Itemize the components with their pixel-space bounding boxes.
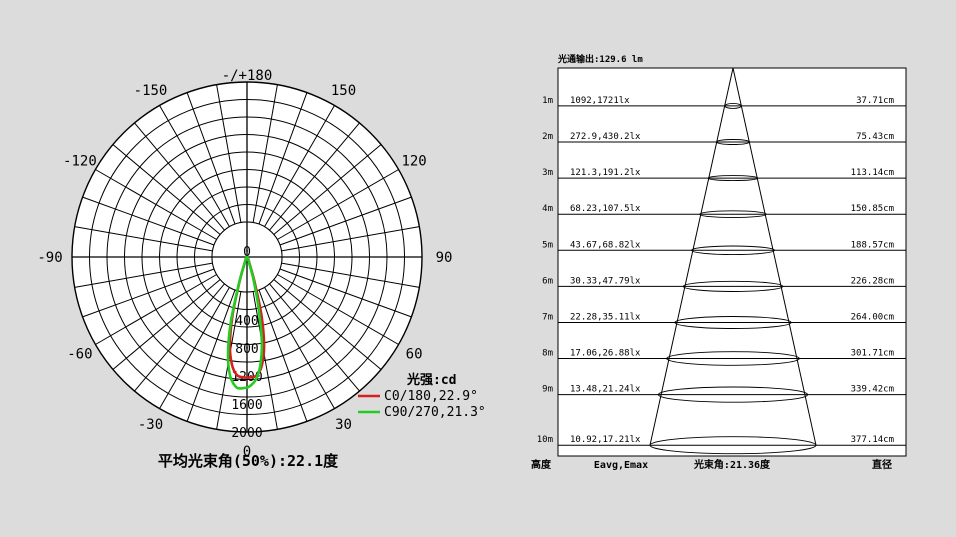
angle-label: -/+180 (222, 68, 273, 84)
height-label: 5m (542, 240, 553, 250)
polar-intensity-chart: -/+180150-150120-12090-9060-6030-3000400… (37, 68, 485, 470)
angle-label: 90 (436, 250, 453, 266)
legend-entry: C90/270,21.3° (384, 405, 486, 420)
luminous-flux-title: 光通输出:129.6 lm (557, 53, 643, 65)
radial-label: 400 (235, 314, 258, 329)
legend-unit: 光强:cd (406, 372, 456, 388)
beam-angle-footer: 平均光束角(50%):22.1度 (158, 452, 339, 470)
height-label: 10m (537, 435, 553, 445)
diameter-label: 188.57cm (851, 240, 894, 250)
diameter-label: 377.14cm (851, 435, 894, 445)
angle-label: 120 (401, 154, 426, 170)
radial-label: 800 (235, 342, 258, 357)
column-label: 高度 (531, 458, 552, 471)
illuminance-label: 43.67,68.82lx (570, 240, 641, 250)
diameter-label: 301.71cm (851, 349, 894, 359)
diameter-label: 264.00cm (851, 313, 894, 323)
illuminance-label: 17.06,26.88lx (570, 349, 641, 359)
illuminance-label: 13.48,21.24lx (570, 385, 641, 395)
angle-label: 60 (406, 347, 423, 363)
column-label: 光束角:21.36度 (693, 458, 771, 471)
angle-label: -30 (138, 417, 163, 433)
column-label: Eavg,Emax (594, 460, 648, 471)
angle-label: 30 (335, 417, 352, 433)
photometric-report: -/+180150-150120-12090-9060-6030-3000400… (37, 53, 907, 471)
radial-label: 1600 (231, 398, 262, 413)
diameter-label: 226.28cm (851, 276, 894, 286)
angle-label: -120 (63, 154, 97, 170)
height-label: 8m (542, 349, 553, 359)
diameter-label: 75.43cm (856, 132, 894, 142)
height-label: 9m (542, 385, 553, 395)
cone-frame (557, 67, 907, 457)
height-label: 3m (542, 168, 553, 178)
illuminance-label: 272.9,430.2lx (570, 132, 641, 142)
illuminance-label: 22.28,35.11lx (570, 313, 641, 323)
diameter-label: 339.42cm (851, 385, 894, 395)
height-label: 2m (542, 132, 553, 142)
angle-label: -150 (134, 83, 168, 99)
angle-label: -60 (67, 347, 92, 363)
legend-entry: C0/180,22.9° (384, 389, 478, 404)
radial-label: 2000 (231, 426, 262, 441)
illuminance-label: 30.33,47.79lx (570, 276, 641, 286)
diameter-label: 150.85cm (851, 204, 894, 214)
diameter-label: 37.71cm (856, 96, 894, 106)
height-label: 7m (542, 313, 553, 323)
illuminance-cone-table: 光通输出:129.6 lm 1m 1092,1721lx 37.71cm 2m 272.9… (531, 53, 907, 471)
height-label: 6m (542, 276, 553, 286)
angle-label: 150 (331, 83, 356, 99)
illuminance-label: 121.3,191.2lx (570, 168, 641, 178)
angle-label: -90 (37, 250, 62, 266)
height-label: 4m (542, 204, 553, 214)
height-label: 1m (542, 96, 553, 106)
illuminance-label: 1092,1721lx (570, 96, 630, 106)
diameter-label: 113.14cm (851, 168, 894, 178)
illuminance-label: 10.92,17.21lx (570, 435, 641, 445)
column-label: 直径 (872, 458, 892, 471)
illuminance-label: 68.23,107.5lx (570, 204, 641, 214)
